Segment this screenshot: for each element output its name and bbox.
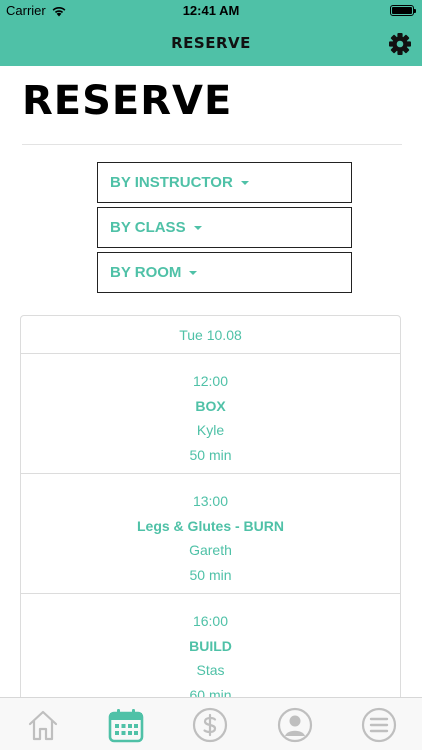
class-time: 12:00 bbox=[192, 373, 229, 389]
status-bar: Carrier 12:41 AM bbox=[0, 0, 422, 22]
tab-schedule[interactable] bbox=[107, 706, 145, 744]
class-time: 13:00 bbox=[192, 493, 229, 509]
menu-icon bbox=[361, 707, 397, 743]
class-item[interactable]: 13:00 Legs & Glutes - BURN Gareth 50 min bbox=[21, 474, 400, 594]
class-name: BUILD bbox=[189, 637, 232, 654]
caret-down-icon bbox=[240, 180, 249, 185]
navigation-bar: RESERVE bbox=[0, 22, 422, 66]
class-instructor: Stas bbox=[196, 662, 225, 678]
class-time: 16:00 bbox=[192, 613, 229, 629]
tab-profile[interactable] bbox=[276, 706, 314, 744]
gear-icon[interactable] bbox=[387, 31, 413, 57]
filter-label: BY INSTRUCTOR bbox=[110, 174, 233, 191]
tab-pricing[interactable] bbox=[191, 706, 229, 744]
title-divider bbox=[22, 144, 402, 145]
tab-menu[interactable] bbox=[360, 706, 398, 744]
home-icon bbox=[28, 710, 58, 741]
class-item[interactable]: 12:00 BOX Kyle 50 min bbox=[21, 354, 400, 474]
class-name: Legs & Glutes - BURN bbox=[136, 517, 284, 534]
class-item[interactable]: 16:00 BUILD Stas 60 min bbox=[21, 594, 400, 714]
filter-by-class-dropdown[interactable]: BY CLASS bbox=[97, 207, 352, 248]
class-instructor: Kyle bbox=[196, 422, 225, 438]
battery-icon bbox=[390, 5, 416, 16]
page-title: RESERVE bbox=[22, 78, 233, 124]
class-duration: 50 min bbox=[189, 566, 232, 583]
filter-by-room-dropdown[interactable]: BY ROOM bbox=[97, 252, 352, 293]
filter-label: BY CLASS bbox=[110, 219, 186, 236]
tab-home[interactable] bbox=[24, 706, 62, 744]
class-instructor: Gareth bbox=[189, 542, 232, 558]
class-duration: 50 min bbox=[189, 446, 232, 463]
schedule-list: Tue 10.08 12:00 BOX Kyle 50 min 13:00 Le… bbox=[20, 315, 401, 745]
status-time: 12:41 AM bbox=[182, 3, 240, 18]
calendar-icon bbox=[108, 709, 144, 743]
filter-by-instructor-dropdown[interactable]: BY INSTRUCTOR bbox=[97, 162, 352, 203]
filter-label: BY ROOM bbox=[110, 264, 182, 281]
caret-down-icon bbox=[193, 225, 202, 230]
nav-title: RESERVE bbox=[171, 34, 251, 52]
profile-icon bbox=[277, 707, 313, 743]
dollar-icon bbox=[192, 707, 228, 743]
class-name: BOX bbox=[195, 397, 226, 414]
caret-down-icon bbox=[189, 270, 198, 275]
tab-bar bbox=[0, 697, 422, 750]
day-header: Tue 10.08 bbox=[21, 316, 400, 354]
